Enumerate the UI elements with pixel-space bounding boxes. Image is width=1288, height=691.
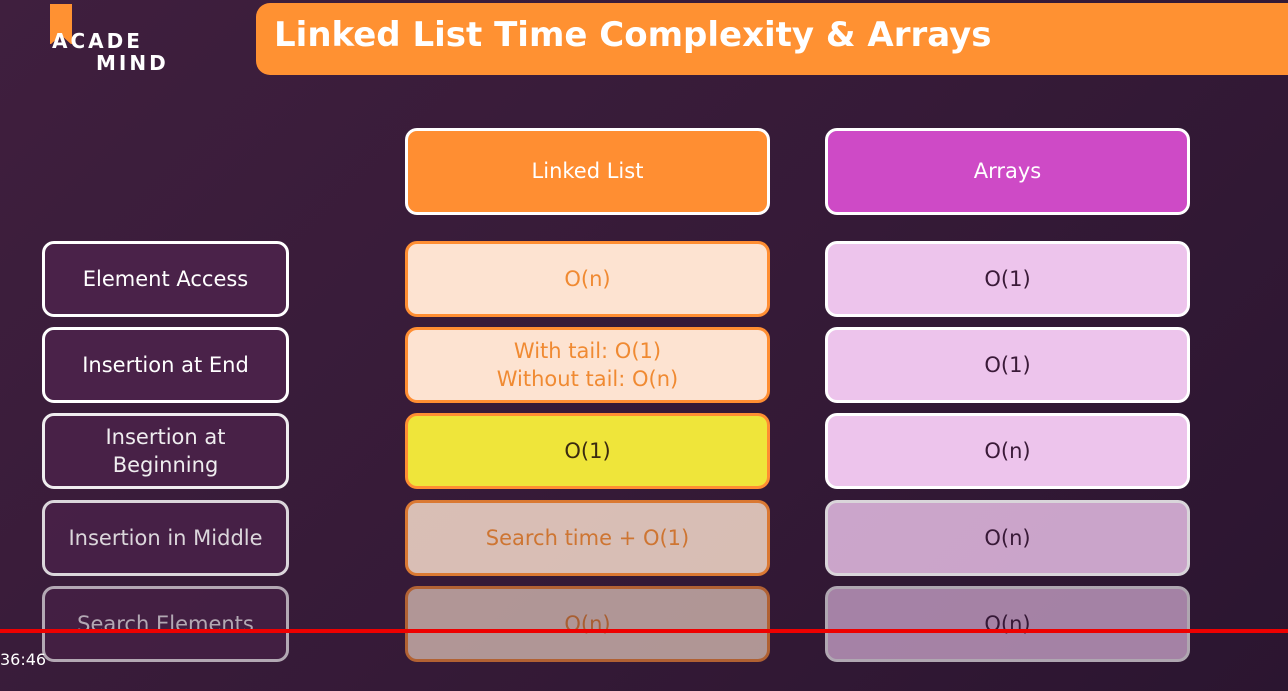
cell-linked-list-insertion-at-end: With tail: O(1) Without tail: O(n) (405, 327, 770, 403)
logo-text-line1: ACADE (52, 29, 143, 53)
row-label-element-access: Element Access (42, 241, 289, 317)
cell-linked-list-insertion-at-beginning: O(1) (405, 413, 770, 489)
video-progress-bar[interactable] (0, 629, 1288, 633)
slide-title: Linked List Time Complexity & Arrays (274, 15, 992, 55)
cell-linked-list-insertion-in-middle: Search time + O(1) (405, 500, 770, 576)
logo-text-line2: MIND (96, 51, 169, 75)
academind-logo: ACADE MIND (40, 4, 180, 75)
row-label-insertion-in-middle: Insertion in Middle (42, 500, 289, 576)
video-timecode: 36:46 (0, 650, 47, 669)
cell-arrays-insertion-at-end: O(1) (825, 327, 1190, 403)
column-header-linked-list: Linked List (405, 128, 770, 215)
row-label-search-elements: Search Elements (42, 586, 289, 662)
cell-arrays-search-elements: O(n) (825, 586, 1190, 662)
column-header-arrays: Arrays (825, 128, 1190, 215)
cell-arrays-insertion-at-beginning: O(n) (825, 413, 1190, 489)
cell-arrays-element-access: O(1) (825, 241, 1190, 317)
row-label-insertion-at-end: Insertion at End (42, 327, 289, 403)
cell-arrays-insertion-in-middle: O(n) (825, 500, 1190, 576)
cell-linked-list-search-elements: O(n) (405, 586, 770, 662)
cell-linked-list-element-access: O(n) (405, 241, 770, 317)
slide-title-bar: Linked List Time Complexity & Arrays (256, 3, 1288, 75)
row-label-insertion-at-beginning: Insertion at Beginning (42, 413, 289, 489)
